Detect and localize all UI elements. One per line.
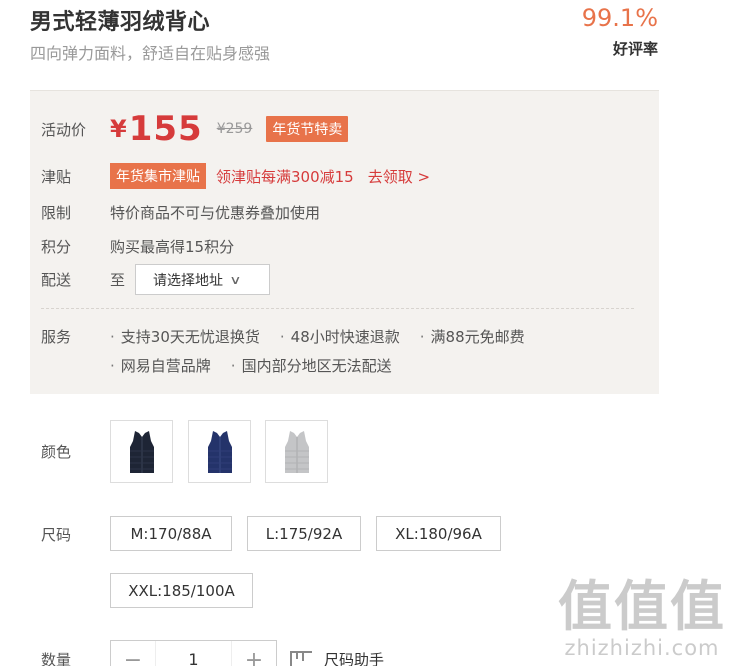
size-helper-button[interactable]: 尺码助手 <box>290 649 384 666</box>
price-row: 活动价 ¥ 155 ¥259 年货节特卖 <box>41 109 349 149</box>
address-placeholder: 请选择地址 <box>153 272 224 289</box>
restriction-row: 限制 特价商品不可与优惠券叠加使用 <box>41 202 320 223</box>
vest-thumbnail <box>204 429 236 475</box>
vest-thumbnail <box>126 429 158 475</box>
service-item: 48小时快速退款 <box>280 326 400 347</box>
quantity-plus-button[interactable]: + <box>232 648 276 666</box>
service-item: 满88元免邮费 <box>420 326 525 347</box>
quantity-minus-button[interactable]: − <box>111 648 155 666</box>
size-helper-label: 尺码助手 <box>324 651 385 666</box>
rating-value: 99.1% <box>581 4 658 32</box>
address-select[interactable]: 请选择地址 ∨ <box>135 264 271 295</box>
delivery-row: 配送 至 请选择地址 ∨ <box>41 264 271 295</box>
price-symbol: ¥ <box>110 115 127 143</box>
site-watermark: 值值值 zhizhizhi.com <box>558 575 726 661</box>
watermark-url: zhizhizhi.com <box>564 636 720 660</box>
delivery-label: 配送 <box>41 271 72 289</box>
color-option-light-gray[interactable] <box>265 420 328 483</box>
color-option-blue[interactable] <box>188 420 251 483</box>
divider <box>41 308 634 309</box>
points-row: 积分 购买最高得15积分 <box>41 236 234 257</box>
delivery-to: 至 <box>110 271 126 289</box>
jintie-label: 津贴 <box>41 167 72 186</box>
size-option-xxl[interactable]: XXL:185/100A <box>110 573 253 608</box>
product-subtitle: 四向弹力面料，舒适自在贴身感强 <box>30 44 271 63</box>
ruler-icon <box>290 650 312 666</box>
chevron-down-icon: ∨ <box>229 272 242 287</box>
services-row: 服务 支持30天无忧退换货 48小时快速退款 满88元免邮费 网易自营品牌 国内… <box>41 326 590 376</box>
size-option-m[interactable]: M:170/88A <box>110 516 232 551</box>
vest-thumbnail <box>281 429 313 475</box>
jintie-text: 领津贴每满300减15 <box>216 167 354 186</box>
size-option-l[interactable]: L:175/92A <box>247 516 361 551</box>
price-info-panel: 活动价 ¥ 155 ¥259 年货节特卖 津贴 年货集市津贴 领津贴每满300减… <box>30 90 659 394</box>
service-item: 国内部分地区无法配送 <box>231 355 392 376</box>
restriction-text: 特价商品不可与优惠券叠加使用 <box>110 204 321 222</box>
service-item: 网易自营品牌 <box>110 355 211 376</box>
jintie-row: 津贴 年货集市津贴 领津贴每满300减15 去领取 > <box>41 163 430 189</box>
points-text: 购买最高得15积分 <box>110 238 235 256</box>
quantity-input[interactable]: 1 <box>155 641 232 666</box>
size-label: 尺码 <box>41 526 72 544</box>
rating-label: 好评率 <box>612 40 658 58</box>
original-price: ¥259 <box>216 121 253 137</box>
color-label: 颜色 <box>41 443 72 461</box>
claim-jintie-link[interactable]: 去领取 > <box>368 166 430 187</box>
services-list: 支持30天无忧退换货 48小时快速退款 满88元免邮费 网易自营品牌 国内部分地… <box>110 326 590 376</box>
service-item: 支持30天无忧退换货 <box>110 326 260 347</box>
size-option-xl[interactable]: XL:180/96A <box>376 516 501 551</box>
product-title: 男式轻薄羽绒背心 <box>30 10 211 35</box>
quantity-label: 数量 <box>41 651 72 666</box>
color-option-dark-navy[interactable] <box>110 420 173 483</box>
current-price: 155 <box>128 109 203 149</box>
restriction-label: 限制 <box>41 204 72 222</box>
promo-badge: 年货节特卖 <box>266 116 349 142</box>
price-label: 活动价 <box>41 120 87 139</box>
points-label: 积分 <box>41 238 72 256</box>
watermark-glyphs: 值值值 <box>558 575 726 638</box>
jintie-badge: 年货集市津贴 <box>110 163 206 189</box>
rating-block: 99.1% 好评率 <box>582 4 658 59</box>
services-label: 服务 <box>41 328 72 346</box>
quantity-stepper: − 1 + <box>110 640 277 666</box>
